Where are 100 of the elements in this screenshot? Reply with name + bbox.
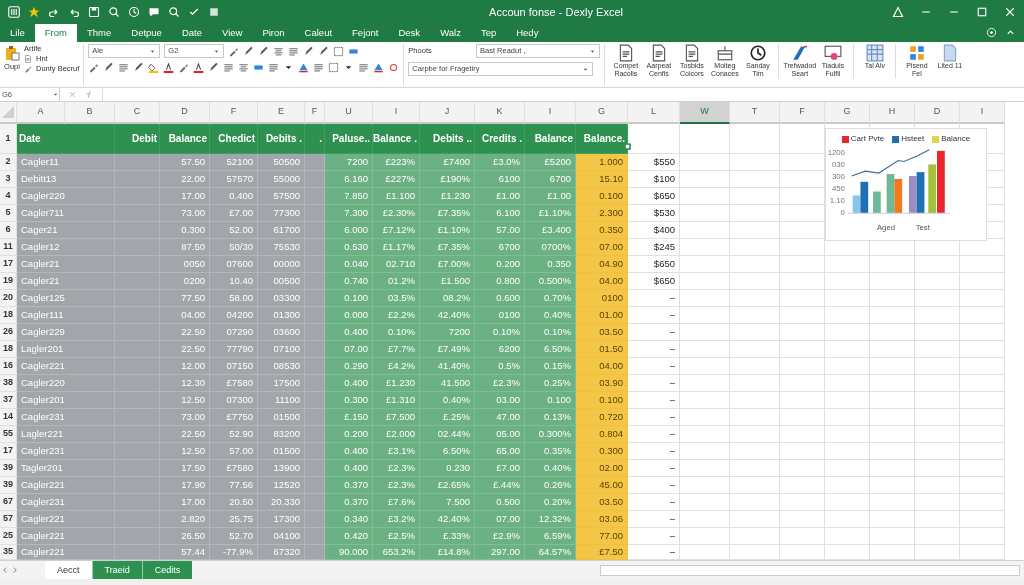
- ribbon-tab[interactable]: Tep: [470, 24, 507, 42]
- table-cell: 77.56: [210, 477, 258, 494]
- table-cell: 73.00: [160, 205, 210, 222]
- column-header[interactable]: U: [325, 102, 373, 124]
- row-number[interactable]: 3: [0, 171, 17, 188]
- row-number[interactable]: 11: [0, 239, 17, 256]
- column-header[interactable]: F: [210, 102, 258, 124]
- column-header[interactable]: I: [960, 102, 1005, 124]
- table-cell: 0.290: [325, 358, 373, 375]
- table-cell: 0200: [160, 273, 210, 290]
- table-cell: 0.370: [325, 477, 373, 494]
- table-cell: 0.740: [325, 273, 373, 290]
- ribbon-tab[interactable]: Lile: [0, 24, 35, 42]
- header-cell: Debit: [115, 124, 160, 154]
- column-header[interactable]: H: [870, 102, 915, 124]
- row-number[interactable]: 55: [0, 426, 17, 443]
- table-cell: 57570: [210, 171, 258, 188]
- table-cell: 65.00: [475, 443, 525, 460]
- table-cell: 03.50: [576, 324, 628, 341]
- table-cell: £223%: [373, 154, 420, 171]
- column-header[interactable]: G: [825, 102, 870, 124]
- column-header[interactable]: L: [628, 102, 680, 124]
- ribbon-tab[interactable]: Piron: [252, 24, 295, 42]
- table-cell: 653.2%: [373, 545, 420, 561]
- ribbon-tab[interactable]: Hedy: [506, 24, 549, 42]
- row-number[interactable]: 35: [0, 545, 17, 561]
- table-cell: –: [628, 324, 680, 341]
- table-cell: Lagler221: [17, 426, 115, 443]
- row-number[interactable]: 37: [0, 392, 17, 409]
- column-header[interactable]: F: [305, 102, 325, 124]
- row-number[interactable]: 4: [0, 188, 17, 205]
- row-number[interactable]: 5: [0, 205, 17, 222]
- table-cell: 01500: [258, 409, 305, 426]
- column-header[interactable]: E: [258, 102, 305, 124]
- table-cell: 0.400: [325, 324, 373, 341]
- table-cell: £3.1%: [373, 443, 420, 460]
- ribbon-tab[interactable]: Detpue: [121, 24, 172, 42]
- ribbon-tab[interactable]: Fejont: [342, 24, 389, 42]
- table-cell: 03600: [258, 324, 305, 341]
- row-number[interactable]: 38: [0, 375, 17, 392]
- header-cell: Credits .: [475, 124, 525, 154]
- row-number[interactable]: 17: [0, 256, 17, 273]
- row-number[interactable]: 20: [0, 290, 17, 307]
- table-cell: 52.90: [210, 426, 258, 443]
- row-number[interactable]: 67: [0, 494, 17, 511]
- table-cell: £7.500: [373, 409, 420, 426]
- row-number[interactable]: 19: [0, 273, 17, 290]
- row-number[interactable]: 25: [0, 528, 17, 545]
- column-header[interactable]: K: [475, 102, 525, 124]
- table-cell: £7400: [420, 154, 475, 171]
- ribbon-tab[interactable]: Caleut: [294, 24, 343, 42]
- column-header[interactable]: T: [730, 102, 780, 124]
- axis-tick-label: 030: [832, 159, 845, 169]
- table-cell: £.150: [325, 409, 373, 426]
- sheet-tab[interactable]: Cedits: [141, 561, 193, 580]
- table-cell: Cagler220: [17, 188, 115, 205]
- sheet-tab[interactable]: Traeid: [91, 561, 142, 580]
- row-number[interactable]: 18: [0, 307, 17, 324]
- column-header[interactable]: C: [115, 102, 160, 124]
- table-cell: 0.100: [576, 188, 628, 205]
- row-number[interactable]: 18: [0, 341, 17, 358]
- ribbon-tab[interactable]: Desk: [388, 24, 431, 42]
- column-header[interactable]: D: [160, 102, 210, 124]
- row-number[interactable]: 57: [0, 511, 17, 528]
- table-cell: 02.710: [373, 256, 420, 273]
- ribbon-tab[interactable]: Thme: [76, 24, 122, 42]
- row-number[interactable]: 6: [0, 222, 17, 239]
- row-number[interactable]: 39: [0, 477, 17, 494]
- column-header[interactable]: F: [780, 102, 825, 124]
- row-number[interactable]: 17: [0, 443, 17, 460]
- ribbon-tab[interactable]: Date: [171, 24, 212, 42]
- column-header[interactable]: W: [680, 102, 730, 124]
- row-number[interactable]: 2: [0, 154, 17, 171]
- column-header[interactable]: I: [373, 102, 420, 124]
- table-cell: £2.3%: [475, 375, 525, 392]
- table-cell: 0.300%: [525, 426, 576, 443]
- table-cell: 77790: [210, 341, 258, 358]
- column-header[interactable]: D: [915, 102, 960, 124]
- table-cell: 0.15%: [525, 358, 576, 375]
- table-cell: 0.70%: [525, 290, 576, 307]
- row-number[interactable]: 14: [0, 409, 17, 426]
- column-header[interactable]: G: [576, 102, 628, 124]
- sheet-tab[interactable]: Aecct: [45, 561, 92, 580]
- column-header[interactable]: I: [525, 102, 576, 124]
- column-header[interactable]: J: [420, 102, 475, 124]
- header-cell: Balance .: [373, 124, 420, 154]
- ribbon-tab[interactable]: View: [212, 24, 253, 42]
- row-number[interactable]: 1: [0, 124, 17, 154]
- table-cell: –: [628, 511, 680, 528]
- column-header[interactable]: A: [17, 102, 65, 124]
- row-number[interactable]: 39: [0, 460, 17, 477]
- axis-tick-label: 1200: [827, 147, 845, 157]
- table-cell: 0.10%: [373, 324, 420, 341]
- ribbon-tab[interactable]: From: [34, 24, 77, 42]
- table-cell: 07.00: [475, 511, 525, 528]
- row-number[interactable]: 16: [0, 358, 17, 375]
- table-cell: 0.000: [325, 307, 373, 324]
- column-header[interactable]: B: [65, 102, 115, 124]
- ribbon-tab[interactable]: Walz: [430, 24, 471, 42]
- row-number[interactable]: 26: [0, 324, 17, 341]
